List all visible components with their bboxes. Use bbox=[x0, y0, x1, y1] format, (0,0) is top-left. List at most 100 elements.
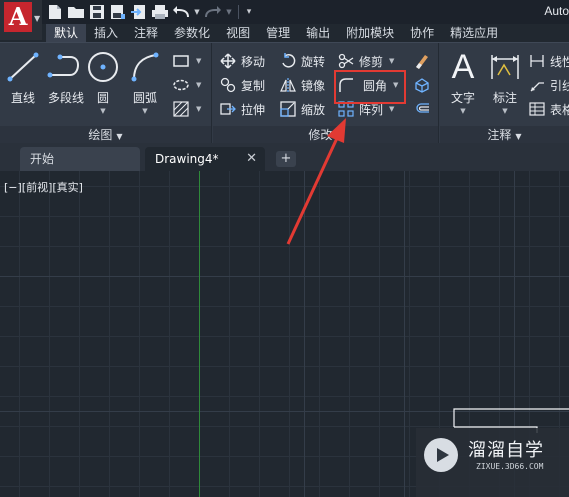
modify-panel-title-label: 修改 bbox=[308, 128, 333, 142]
copy-label: 复制 bbox=[241, 78, 266, 93]
rotate-tool-button[interactable]: 旋转 bbox=[279, 51, 325, 71]
circle-label: 圆 bbox=[96, 91, 109, 105]
chevron-down-icon[interactable]: ▼ bbox=[486, 107, 524, 115]
tab-featured-apps[interactable]: 精选应用 bbox=[442, 24, 506, 42]
dimension-label: 标注 bbox=[492, 91, 517, 105]
undo-dropdown-icon[interactable]: ▼ bbox=[193, 3, 201, 21]
tab-drawing4[interactable]: Drawing4* ✕ bbox=[145, 147, 265, 171]
redo-icon[interactable] bbox=[204, 3, 222, 21]
document-tab-bar: 开始 Drawing4* ✕ + bbox=[0, 143, 569, 171]
window-title: Auto bbox=[544, 4, 569, 18]
explode-tool-button[interactable] bbox=[413, 75, 431, 95]
circle-icon bbox=[84, 51, 122, 83]
save-icon[interactable] bbox=[88, 3, 106, 21]
stretch-tool-button[interactable]: 拉伸 bbox=[219, 99, 265, 119]
trim-tool-button[interactable]: 修剪 ▼ bbox=[337, 51, 394, 71]
tab-drawing4-label: Drawing4* bbox=[155, 152, 219, 166]
new-file-icon[interactable] bbox=[46, 3, 64, 21]
text-icon: A bbox=[451, 48, 475, 86]
leader-button[interactable]: 引线 bbox=[528, 75, 569, 95]
table-icon bbox=[528, 100, 546, 118]
hatch-tool-button[interactable]: ▼ bbox=[172, 99, 201, 119]
chevron-down-icon[interactable]: ▼ bbox=[196, 57, 201, 65]
chevron-down-icon[interactable]: ▼ bbox=[196, 81, 201, 89]
save-as-icon[interactable] bbox=[109, 3, 127, 21]
polyline-tool-button[interactable]: 多段线 bbox=[44, 51, 88, 106]
watermark: 溜溜自学 ZIXUE.3D66.COM bbox=[416, 428, 569, 497]
undo-icon[interactable] bbox=[172, 3, 190, 21]
new-tab-button[interactable]: + bbox=[276, 151, 296, 167]
move-tool-button[interactable]: 移动 bbox=[219, 51, 265, 71]
erase-tool-button[interactable] bbox=[413, 51, 431, 71]
rectangle-tool-button[interactable]: ▼ bbox=[172, 51, 201, 71]
chevron-down-icon[interactable]: ▼ bbox=[444, 107, 482, 115]
linear-dimension-button[interactable]: 线性 bbox=[528, 51, 569, 71]
autocad-logo-icon: A bbox=[4, 2, 32, 32]
rectangle-icon bbox=[172, 52, 190, 70]
tab-default[interactable]: 默认 bbox=[46, 24, 87, 42]
scale-label: 缩放 bbox=[301, 102, 326, 117]
scale-icon bbox=[279, 100, 297, 118]
tab-collaborate[interactable]: 协作 bbox=[402, 24, 442, 42]
mirror-label: 镜像 bbox=[301, 78, 326, 93]
table-label: 表格 bbox=[550, 102, 569, 117]
tab-addins[interactable]: 附加模块 bbox=[338, 24, 402, 42]
chevron-down-icon[interactable]: ▼ bbox=[196, 105, 201, 113]
text-tool-button[interactable]: A 文字 ▼ bbox=[444, 48, 482, 115]
annotation-panel-title[interactable]: 注释 ▼ bbox=[440, 126, 569, 144]
tab-annotate[interactable]: 注释 bbox=[126, 24, 166, 42]
mirror-tool-button[interactable]: 镜像 bbox=[279, 75, 325, 95]
viewport-controls-label[interactable]: [−][前视][真实] bbox=[4, 179, 83, 195]
chevron-down-icon[interactable]: ▼ bbox=[84, 107, 122, 115]
customize-toolbar-icon[interactable]: ▾ bbox=[244, 3, 254, 21]
chevron-down-icon[interactable]: ▼ bbox=[389, 105, 394, 113]
print-icon[interactable] bbox=[151, 3, 169, 21]
chevron-down-icon: ▼ bbox=[515, 132, 522, 141]
redo-dropdown-icon[interactable]: ▼ bbox=[225, 3, 233, 21]
mirror-icon bbox=[279, 76, 297, 94]
offset-icon bbox=[413, 100, 431, 118]
ellipse-tool-button[interactable]: ▼ bbox=[172, 75, 201, 95]
annotation-panel: A 文字 ▼ 标注 ▼ 线性 引线 表格 注释 ▼ bbox=[440, 43, 569, 144]
application-menu-button[interactable]: A ▼ bbox=[0, 0, 42, 40]
text-label: 文字 bbox=[450, 91, 475, 105]
tab-manage[interactable]: 管理 bbox=[258, 24, 298, 42]
eraser-icon bbox=[413, 52, 431, 70]
tab-output[interactable]: 输出 bbox=[298, 24, 338, 42]
linear-label: 线性 bbox=[550, 54, 569, 69]
chevron-down-icon: ▼ bbox=[336, 132, 343, 141]
tab-insert[interactable]: 插入 bbox=[86, 24, 126, 42]
tab-view[interactable]: 视图 bbox=[218, 24, 258, 42]
offset-tool-button[interactable] bbox=[413, 99, 431, 119]
chevron-down-icon[interactable]: ▼ bbox=[389, 57, 394, 65]
circle-tool-button[interactable]: 圆 ▼ bbox=[84, 51, 122, 115]
close-icon[interactable]: ✕ bbox=[246, 147, 257, 171]
leader-label: 引线 bbox=[550, 78, 569, 93]
dimension-tool-button[interactable]: 标注 ▼ bbox=[486, 51, 524, 115]
stretch-label: 拉伸 bbox=[241, 102, 266, 117]
chevron-down-icon[interactable]: ▼ bbox=[126, 107, 164, 115]
line-tool-button[interactable]: 直线 bbox=[4, 51, 42, 106]
tab-start-label: 开始 bbox=[30, 152, 55, 166]
ribbon-tabs: 默认 插入 注释 参数化 视图 管理 输出 附加模块 协作 精选应用 bbox=[46, 24, 506, 42]
tab-start[interactable]: 开始 bbox=[20, 147, 140, 171]
scale-tool-button[interactable]: 缩放 bbox=[279, 99, 325, 119]
quick-access-toolbar: ▼ ▼ ▾ bbox=[46, 2, 254, 22]
draw-panel-title[interactable]: 绘图 ▼ bbox=[0, 126, 211, 144]
leader-icon bbox=[528, 76, 546, 94]
table-button[interactable]: 表格 bbox=[528, 99, 569, 119]
tab-parametric[interactable]: 参数化 bbox=[166, 24, 218, 42]
export-icon[interactable] bbox=[130, 3, 148, 21]
dimension-icon bbox=[486, 51, 524, 83]
toolbar-divider bbox=[238, 5, 239, 19]
copy-icon bbox=[219, 76, 237, 94]
chevron-down-icon: ▼ bbox=[116, 132, 123, 141]
move-icon bbox=[219, 52, 237, 70]
play-logo-icon bbox=[424, 438, 458, 472]
rotate-icon bbox=[279, 52, 297, 70]
modify-panel-title[interactable]: 修改 ▼ bbox=[213, 126, 438, 144]
arc-tool-button[interactable]: 圆弧 ▼ bbox=[126, 51, 164, 115]
copy-tool-button[interactable]: 复制 bbox=[219, 75, 265, 95]
open-folder-icon[interactable] bbox=[67, 3, 85, 21]
rotate-label: 旋转 bbox=[301, 54, 326, 69]
